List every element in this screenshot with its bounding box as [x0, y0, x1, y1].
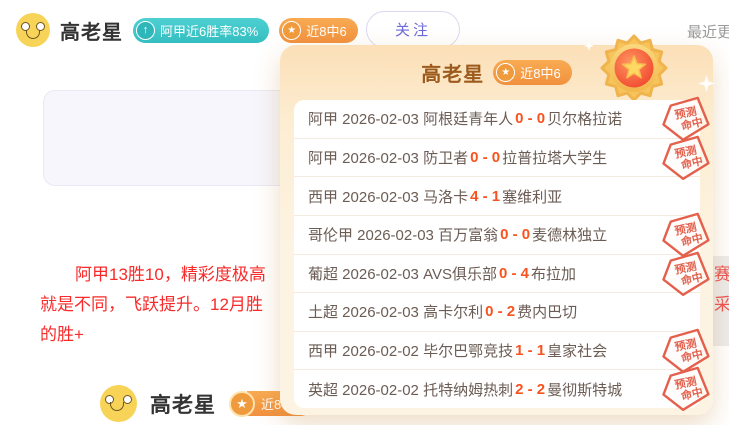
match-score: 0 - 2 [485, 303, 515, 320]
match-score: 2 - 2 [515, 381, 545, 398]
match-away-team: 塞维利亚 [502, 186, 562, 207]
match-list: 阿甲 2026-02-03 阿根廷青年人0 - 0贝尔格拉诺 预测 命中 阿甲 … [294, 100, 700, 408]
match-score: 0 - 0 [500, 226, 530, 243]
user-avatar[interactable] [100, 385, 137, 422]
match-info: 土超 2026-02-03 高卡尔利 [308, 301, 483, 322]
winrate-badge: ↑ 阿甲近6胜率83% [133, 18, 269, 43]
match-row[interactable]: 西甲 2026-02-02 毕尔巴鄂竞技1 - 1皇家社会 预测 命中 [294, 332, 700, 371]
article-text-line: 的胜+ [40, 320, 84, 345]
up-arrow-icon: ↑ [136, 21, 155, 40]
article-text-line: 阿甲13胜10，精彩度极高 [75, 260, 266, 285]
match-row[interactable]: 土超 2026-02-03 高卡尔利0 - 2费内巴切 [294, 293, 700, 332]
star-coin-icon: ★ [229, 391, 255, 417]
article-text-line: 就是不同，飞跃提升。12月胜 [40, 290, 263, 315]
popup-streak-badge: ★ 近8中6 [493, 60, 571, 85]
match-info: 哥伦甲 2026-02-03 百万富翁 [308, 224, 498, 245]
avatar-eye-icon [123, 395, 132, 404]
streak-badge-label: 近8中6 [306, 21, 346, 40]
match-info: 英超 2026-02-02 托特纳姆热刺 [308, 379, 513, 400]
match-row[interactable]: 西甲 2026-02-03 马洛卡4 - 1塞维利亚 [294, 177, 700, 216]
popup-title: 高老星 [421, 58, 484, 87]
match-row[interactable]: 英超 2026-02-02 托特纳姆热刺2 - 2曼彻斯特城 预测 命中 [294, 370, 700, 408]
gold-medal-icon [600, 33, 668, 103]
follow-button[interactable]: 关注 [366, 11, 460, 48]
winrate-badge-label: 阿甲近6胜率83% [160, 21, 258, 40]
match-away-team: 布拉加 [531, 263, 576, 284]
star-icon: ★ [282, 21, 301, 40]
match-away-team: 皇家社会 [547, 340, 607, 361]
username: 高老星 [60, 16, 123, 45]
clipped-text-fragment: 采 [714, 290, 729, 315]
match-info: 西甲 2026-02-02 毕尔巴鄂竞技 [308, 340, 513, 361]
user-avatar[interactable] [16, 13, 50, 47]
match-score: 1 - 1 [515, 342, 545, 359]
match-info: 葡超 2026-02-03 AVS俱乐部 [308, 263, 497, 284]
match-score: 4 - 1 [470, 188, 500, 205]
match-row[interactable]: 阿甲 2026-02-03 阿根廷青年人0 - 0贝尔格拉诺 预测 命中 [294, 100, 700, 139]
popup-streak-badge-label: 近8中6 [520, 63, 560, 82]
match-row[interactable]: 哥伦甲 2026-02-03 百万富翁0 - 0麦德林独立 预测 命中 [294, 216, 700, 255]
match-away-team: 费内巴切 [517, 301, 577, 322]
match-away-team: 拉普拉塔大学生 [502, 147, 607, 168]
match-info: 阿甲 2026-02-03 阿根廷青年人 [308, 108, 513, 129]
username: 高老星 [150, 389, 216, 419]
prediction-hit-stamp-icon: 预测 命中 [656, 364, 714, 417]
match-row[interactable]: 葡超 2026-02-03 AVS俱乐部0 - 4布拉加 预测 命中 [294, 255, 700, 294]
streak-badge: ★ 近8中6 [279, 18, 357, 43]
match-score: 0 - 0 [515, 110, 545, 127]
match-away-team: 麦德林独立 [532, 224, 607, 245]
prediction-popup: 高老星 ★ 近8中6 阿甲 2026-02-03 阿根廷青年人0 - 0贝尔格拉… [280, 45, 713, 415]
match-info: 阿甲 2026-02-03 防卫者 [308, 147, 468, 168]
clipped-text-fragment: 赛 [714, 260, 729, 285]
match-score: 0 - 0 [470, 149, 500, 166]
match-row[interactable]: 阿甲 2026-02-03 防卫者0 - 0拉普拉塔大学生 预测 命中 [294, 139, 700, 178]
profile-header: 高老星 ↑ 阿甲近6胜率83% ★ 近8中6 [16, 13, 358, 47]
avatar-smile-icon [110, 402, 124, 411]
match-away-team: 曼彻斯特城 [547, 379, 622, 400]
recent-update-label[interactable]: 最近更新 [687, 21, 729, 42]
match-info: 西甲 2026-02-03 马洛卡 [308, 186, 468, 207]
match-score: 0 - 4 [499, 265, 529, 282]
match-away-team: 贝尔格拉诺 [547, 108, 622, 129]
star-icon: ★ [496, 63, 515, 82]
avatar-smile-icon [26, 30, 40, 39]
